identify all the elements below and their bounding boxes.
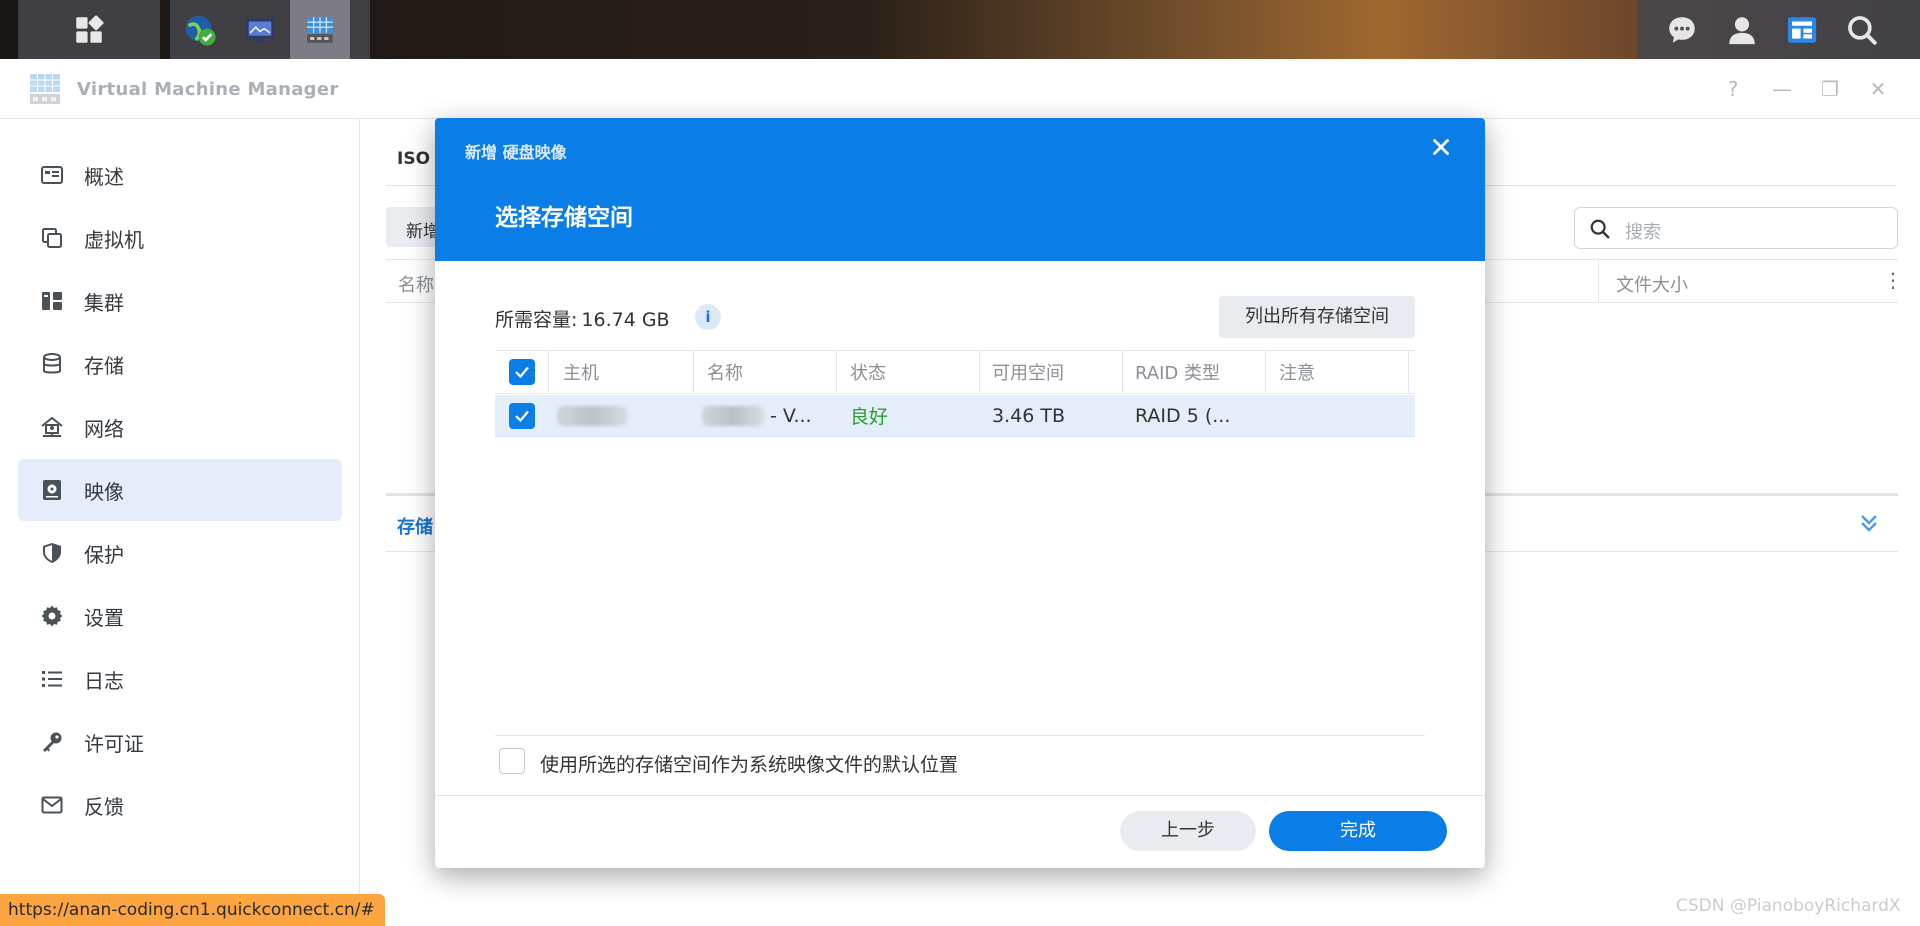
- info-icon[interactable]: i: [695, 304, 721, 330]
- back-button[interactable]: 上一步: [1120, 811, 1256, 851]
- column-divider: [548, 351, 549, 394]
- column-free-space[interactable]: 可用空间: [992, 351, 1064, 393]
- close-icon[interactable]: [1428, 134, 1454, 160]
- finish-button[interactable]: 完成: [1269, 811, 1447, 851]
- required-capacity-value: 16.74 GB: [581, 309, 670, 331]
- column-status[interactable]: 状态: [850, 351, 886, 393]
- raid-type-cell: RAID 5 (...: [1135, 404, 1231, 427]
- table-row[interactable]: - V... 良好 3.46 TB RAID 5 (...: [495, 395, 1415, 437]
- footer-divider: [435, 795, 1485, 796]
- dialog-header: 新增 硬盘映像 选择存储空间: [435, 118, 1485, 261]
- default-location-checkbox[interactable]: [499, 748, 525, 774]
- table-header-row: 主机 名称 状态 可用空间 RAID 类型 注意: [495, 350, 1415, 394]
- host-cell-redacted: [557, 395, 627, 436]
- modal-overlay: 新增 硬盘映像 选择存储空间 所需容量: 16.74 GB i 列出所有存储空间 …: [0, 0, 1920, 926]
- column-divider: [979, 351, 980, 394]
- column-divider: [1122, 351, 1123, 394]
- select-all-checkbox[interactable]: [509, 351, 535, 393]
- column-divider: [1408, 351, 1409, 394]
- required-capacity: 所需容量: 16.74 GB: [495, 305, 670, 332]
- column-raid-type[interactable]: RAID 类型: [1135, 351, 1220, 393]
- check-icon: [515, 366, 529, 379]
- free-space-cell: 3.46 TB: [992, 404, 1065, 427]
- column-name[interactable]: 名称: [707, 351, 743, 393]
- required-capacity-label: 所需容量:: [495, 309, 578, 331]
- section-divider: [495, 735, 1425, 736]
- column-divider: [1265, 351, 1266, 394]
- column-divider: [693, 351, 694, 394]
- watermark: CSDN @PianoboyRichardX: [1676, 896, 1901, 916]
- column-host[interactable]: 主机: [563, 351, 599, 393]
- list-all-storage-button[interactable]: 列出所有存储空间: [1219, 296, 1415, 338]
- column-note[interactable]: 注意: [1279, 351, 1315, 393]
- add-disk-image-dialog: 新增 硬盘映像 选择存储空间 所需容量: 16.74 GB i 列出所有存储空间 …: [435, 118, 1485, 868]
- column-divider: [836, 351, 837, 394]
- status-cell: 良好: [850, 406, 889, 428]
- row-checkbox[interactable]: [509, 395, 535, 436]
- status-bar-url: https://anan-coding.cn1.quickconnect.cn/…: [0, 894, 385, 926]
- dialog-step-title: 选择存储空间: [495, 205, 633, 231]
- default-location-label: 使用所选的存储空间作为系统映像文件的默认位置: [540, 754, 959, 776]
- name-cell: - V...: [702, 395, 812, 436]
- check-icon: [515, 410, 529, 422]
- dialog-title: 新增 硬盘映像: [465, 143, 567, 162]
